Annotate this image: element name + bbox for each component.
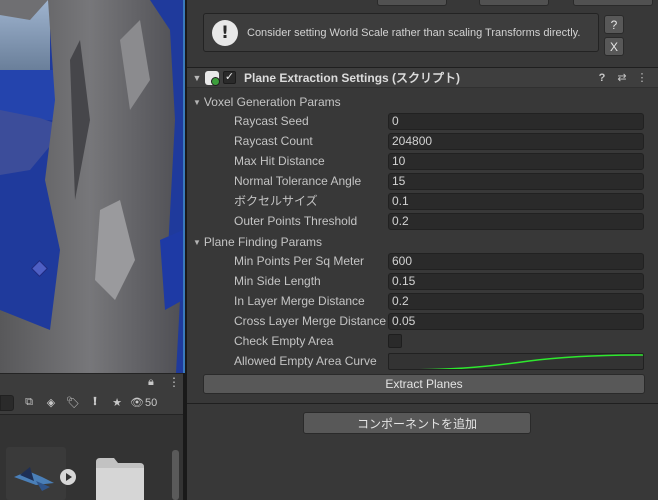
play-preview-icon[interactable]: [60, 469, 76, 485]
max-hit-distance-field[interactable]: 10: [388, 153, 644, 170]
unity-editor: 🔒︎ ⋮ ⧉ ◈ 🏷︎ ❗︎ ★ 👁︎ 50 ! Consider settin…: [0, 0, 658, 500]
toolbar-button-3[interactable]: [573, 0, 653, 6]
group-title: Plane Finding Params: [203, 235, 322, 249]
prop-label: ボクセルサイズ: [234, 194, 318, 208]
prop-label: Min Points Per Sq Meter: [234, 254, 365, 268]
group-title: Voxel Generation Params: [203, 95, 341, 109]
raycast-seed-field[interactable]: 0: [388, 113, 644, 130]
prop-label: Min Side Length: [234, 274, 321, 288]
prop-min-points: Min Points Per Sq Meter 600: [187, 251, 658, 271]
folder-icon[interactable]: [96, 458, 144, 500]
foldout-arrow-icon: ▼: [193, 97, 201, 107]
panel-menu-icon[interactable]: ⋮: [168, 375, 180, 389]
help-icon[interactable]: ?: [592, 72, 612, 84]
empty-area-curve-field[interactable]: [388, 353, 644, 370]
asset-thumbnail[interactable]: [6, 447, 66, 500]
warning-helpbox: ! Consider setting World Scale rather th…: [203, 13, 599, 52]
help-button[interactable]: ?: [604, 15, 624, 34]
in-layer-merge-field[interactable]: 0.2: [388, 293, 644, 310]
component-header[interactable]: ▼ ✓ Plane Extraction Settings (スクリプト) ? …: [187, 67, 658, 88]
script-icon: [205, 70, 220, 86]
prop-max-hit-distance: Max Hit Distance 10: [187, 151, 658, 171]
lock-icon[interactable]: 🔒︎: [148, 376, 154, 389]
scene-view[interactable]: [0, 0, 183, 373]
foldout-arrow-icon: ▼: [193, 237, 201, 247]
check-empty-area-checkbox[interactable]: [388, 334, 402, 348]
prop-label: In Layer Merge Distance: [234, 294, 365, 308]
prop-check-empty-area: Check Empty Area: [187, 331, 658, 351]
project-scrollbar[interactable]: [172, 450, 179, 500]
toolbar-button-1[interactable]: [377, 0, 447, 6]
extract-planes-button[interactable]: Extract Planes: [203, 374, 645, 394]
normal-tolerance-field[interactable]: 15: [388, 173, 644, 190]
prop-cross-layer-merge: Cross Layer Merge Distance 0.05: [187, 311, 658, 331]
filter-by-label-icon[interactable]: ◈: [40, 393, 62, 413]
prop-min-side-length: Min Side Length 0.15: [187, 271, 658, 291]
min-points-field[interactable]: 600: [388, 253, 644, 270]
prop-raycast-seed: Raycast Seed 0: [187, 111, 658, 131]
preset-icon[interactable]: ⇄: [612, 71, 632, 84]
min-side-length-field[interactable]: 0.15: [388, 273, 644, 290]
prop-label: Outer Points Threshold: [234, 214, 358, 228]
project-panel-tabbar: 🔒︎ ⋮: [0, 373, 183, 391]
prop-empty-area-curve: Allowed Empty Area Curve: [187, 351, 658, 371]
prop-in-layer-merge: In Layer Merge Distance 0.2: [187, 291, 658, 311]
inspector-panel: ! Consider setting World Scale rather th…: [187, 0, 658, 500]
prop-label: Cross Layer Merge Distance: [234, 314, 387, 328]
prop-voxel-size: ボクセルサイズ 0.1: [187, 191, 658, 211]
project-toolbar: ⧉ ◈ 🏷︎ ❗︎ ★ 👁︎ 50: [0, 391, 183, 415]
prop-label: Normal Tolerance Angle: [234, 174, 362, 188]
component-title: Plane Extraction Settings (スクリプト): [244, 71, 461, 85]
scene-focus-border: [183, 0, 185, 373]
add-component-button[interactable]: コンポーネントを追加: [303, 412, 531, 434]
hidden-packages-icon[interactable]: 👁︎ 50: [128, 393, 157, 413]
project-search-input[interactable]: [0, 394, 14, 411]
search-by-type-icon[interactable]: ⧉: [18, 393, 40, 413]
scene-render: [0, 0, 183, 373]
prop-label: Allowed Empty Area Curve: [234, 354, 377, 368]
context-menu-icon[interactable]: ⋮: [632, 71, 652, 84]
prop-raycast-count: Raycast Count 204800: [187, 131, 658, 151]
favorite-star-icon[interactable]: ★: [106, 393, 128, 413]
cross-layer-merge-field[interactable]: 0.05: [388, 313, 644, 330]
group-plane-finding[interactable]: ▼ Plane Finding Params: [193, 233, 322, 251]
curve-preview: [420, 354, 643, 369]
foldout-arrow-icon[interactable]: ▼: [189, 73, 205, 83]
prop-label: Raycast Seed: [234, 114, 309, 128]
tag-icon[interactable]: 🏷︎: [62, 393, 84, 413]
voxel-size-field[interactable]: 0.1: [388, 193, 644, 210]
toolbar-button-2[interactable]: [479, 0, 549, 6]
hidden-count: 50: [144, 396, 158, 409]
warning-message: Consider setting World Scale rather than…: [247, 26, 581, 39]
warning-filter-icon[interactable]: ❗︎: [84, 393, 106, 413]
outer-points-threshold-field[interactable]: 0.2: [388, 213, 644, 230]
group-voxel-generation[interactable]: ▼ Voxel Generation Params: [193, 93, 341, 111]
dismiss-button[interactable]: X: [604, 37, 624, 56]
prop-label: Raycast Count: [234, 134, 313, 148]
prop-normal-tolerance: Normal Tolerance Angle 15: [187, 171, 658, 191]
divider: [187, 403, 658, 404]
prop-outer-points-threshold: Outer Points Threshold 0.2: [187, 211, 658, 231]
warning-icon: !: [212, 19, 238, 46]
raycast-count-field[interactable]: 204800: [388, 133, 644, 150]
prop-label: Check Empty Area: [234, 334, 334, 348]
component-enabled-checkbox[interactable]: ✓: [223, 71, 236, 84]
prop-label: Max Hit Distance: [234, 154, 325, 168]
